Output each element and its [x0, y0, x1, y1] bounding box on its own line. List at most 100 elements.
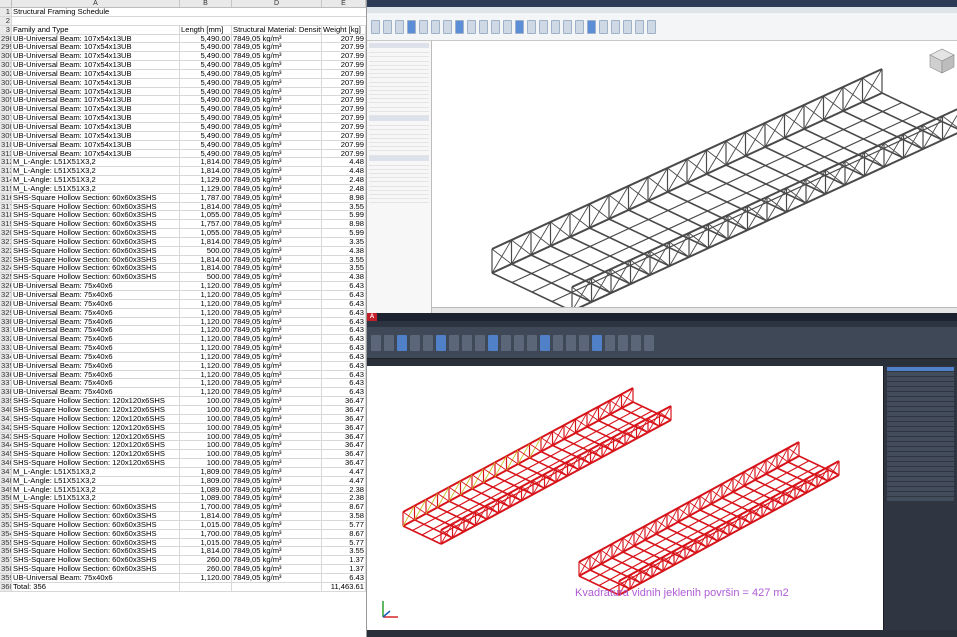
table-row[interactable]: 330UB-Universal Beam: 75x40x61,120.00784…: [0, 317, 366, 327]
revit-tool-button[interactable]: [647, 19, 656, 34]
title-row[interactable]: 1 Structural Framing Schedule: [0, 8, 366, 17]
column-header-d[interactable]: D: [232, 0, 322, 7]
table-row[interactable]: 349M_L-Angle: L51X51X3,21,089.007849,05 …: [0, 485, 366, 495]
table-row[interactable]: 321SHS-Square Hollow Section: 60x60x3SHS…: [0, 237, 366, 247]
autocad-tool-button[interactable]: [514, 334, 524, 351]
revit-tool-button[interactable]: [599, 19, 608, 34]
revit-tool-button[interactable]: [491, 19, 500, 34]
autocad-tool-button[interactable]: [631, 334, 641, 351]
autocad-tool-button[interactable]: [410, 334, 420, 351]
header-row[interactable]: 3 Family and Type Length [mm] Structural…: [0, 25, 366, 35]
table-row[interactable]: 307UB-Universal Beam: 107x54x13UB5,490.0…: [0, 114, 366, 123]
autocad-tool-button[interactable]: [605, 334, 615, 351]
autocad-tool-button[interactable]: [501, 334, 511, 351]
revit-tool-button[interactable]: [635, 19, 644, 34]
table-row[interactable]: 343SHS-Square Hollow Section: 120x120x6S…: [0, 432, 366, 442]
autocad-tool-button[interactable]: [436, 334, 446, 351]
table-row[interactable]: 311 UB-Universal Beam: 107x54x13UB 5,490.0…: [0, 149, 366, 159]
table-row[interactable]: 309UB-Universal Beam: 107x54x13UB5,490.0…: [0, 131, 366, 141]
autocad-tool-button[interactable]: [579, 334, 589, 351]
autocad-tool-button[interactable]: [488, 334, 498, 351]
table-row[interactable]: 323SHS-Square Hollow Section: 60x60x3SHS…: [0, 255, 366, 265]
table-row[interactable]: 345SHS-Square Hollow Section: 120x120x6S…: [0, 450, 366, 460]
table-row[interactable]: 316SHS-Square Hollow Section: 60x60x3SHS…: [0, 193, 366, 203]
revit-tool-button[interactable]: [611, 19, 620, 34]
table-row[interactable]: 348M_L-Angle: L51X51X3,21,809.007849,05 …: [0, 476, 366, 486]
revit-tool-button[interactable]: [539, 19, 548, 34]
table-row[interactable]: 314M_L-Angle: L51X51X3,21,129.007849,05 …: [0, 176, 366, 185]
autocad-properties-palette[interactable]: [883, 366, 957, 630]
table-row[interactable]: 310UB-Universal Beam: 107x54x13UB5,490.0…: [0, 140, 366, 150]
view-cube-icon[interactable]: [929, 48, 955, 74]
table-row[interactable]: 312M_L-Angle: L51X51X3,21,814.007849,05 …: [0, 158, 366, 168]
revit-tool-button[interactable]: [371, 19, 380, 34]
table-row[interactable]: 322SHS-Square Hollow Section: 60x60x3SHS…: [0, 246, 366, 256]
autocad-tool-button[interactable]: [371, 334, 381, 351]
table-row[interactable]: 326UB-Universal Beam: 75x40x61,120.00784…: [0, 282, 366, 291]
revit-tool-button[interactable]: [527, 19, 536, 34]
table-row[interactable]: 357SHS-Square Hollow Section: 60x60x3SHS…: [0, 556, 366, 566]
table-row[interactable]: 318SHS-Square Hollow Section: 60x60x3SHS…: [0, 211, 366, 221]
table-row[interactable]: 334UB-Universal Beam: 75x40x61,120.00784…: [0, 352, 366, 362]
table-row[interactable]: 304UB-Universal Beam: 107x54x13UB5,490.0…: [0, 87, 366, 97]
table-row[interactable]: 342SHS-Square Hollow Section: 120x120x6S…: [0, 423, 366, 433]
table-row[interactable]: 359UB-Universal Beam: 75x40x61,120.00784…: [0, 574, 366, 583]
autocad-tool-button[interactable]: [540, 334, 550, 351]
table-row[interactable]: 319SHS-Square Hollow Section: 60x60x3SHS…: [0, 220, 366, 230]
autocad-tool-button[interactable]: [566, 334, 576, 351]
revit-3d-view[interactable]: [432, 41, 957, 313]
table-row[interactable]: 305UB-Universal Beam: 107x54x13UB5,490.0…: [0, 96, 366, 106]
autocad-tool-button[interactable]: [592, 334, 602, 351]
column-header-a[interactable]: A: [12, 0, 180, 7]
blank-row[interactable]: 2: [0, 16, 366, 26]
table-row[interactable]: 338UB-Universal Beam: 75x40x61,120.00784…: [0, 388, 366, 398]
table-row[interactable]: 336UB-Universal Beam: 75x40x61,120.00784…: [0, 370, 366, 380]
table-row[interactable]: 325SHS-Square Hollow Section: 60x60x3SHS…: [0, 273, 366, 283]
revit-tool-button[interactable]: [395, 19, 404, 34]
revit-tool-button[interactable]: [575, 19, 584, 34]
autocad-logo-icon[interactable]: A: [367, 313, 377, 321]
revit-tool-button[interactable]: [551, 19, 560, 34]
total-row[interactable]: 360 Total: 356 11,463.61: [0, 582, 366, 592]
autocad-tool-button[interactable]: [618, 334, 628, 351]
revit-tool-button[interactable]: [443, 19, 452, 34]
table-row[interactable]: 329UB-Universal Beam: 75x40x61,120.00784…: [0, 308, 366, 318]
revit-tool-button[interactable]: [455, 19, 464, 34]
revit-tool-button[interactable]: [587, 19, 596, 34]
table-row[interactable]: 346SHS-Square Hollow Section: 120x120x6S…: [0, 459, 366, 468]
autocad-tool-button[interactable]: [462, 334, 472, 351]
table-row[interactable]: 356SHS-Square Hollow Section: 60x60x3SHS…: [0, 547, 366, 557]
table-row[interactable]: 300UB-Universal Beam: 107x54x13UB5,490.0…: [0, 52, 366, 62]
column-header-e[interactable]: E: [322, 0, 366, 7]
table-row[interactable]: 353SHS-Square Hollow Section: 60x60x3SHS…: [0, 520, 366, 530]
table-row[interactable]: 306UB-Universal Beam: 107x54x13UB5,490.0…: [0, 105, 366, 115]
revit-tool-button[interactable]: [407, 19, 416, 34]
table-row[interactable]: 352SHS-Square Hollow Section: 60x60x3SHS…: [0, 512, 366, 521]
autocad-tool-button[interactable]: [527, 334, 537, 351]
table-row[interactable]: 350M_L-Angle: L51X51X3,21,089.007849,05 …: [0, 494, 366, 504]
revit-tool-button[interactable]: [503, 19, 512, 34]
autocad-tool-button[interactable]: [384, 334, 394, 351]
revit-tool-button[interactable]: [479, 19, 488, 34]
autocad-file-tabs[interactable]: [367, 359, 957, 366]
autocad-tool-button[interactable]: [397, 334, 407, 351]
autocad-status-bar[interactable]: [367, 630, 957, 637]
table-row[interactable]: 335UB-Universal Beam: 75x40x61,120.00784…: [0, 361, 366, 371]
table-row[interactable]: 351SHS-Square Hollow Section: 60x60x3SHS…: [0, 503, 366, 513]
table-row[interactable]: 299UB-Universal Beam: 107x54x13UB5,490.0…: [0, 43, 366, 53]
table-row[interactable]: 341SHS-Square Hollow Section: 120x120x6S…: [0, 414, 366, 424]
table-row[interactable]: 308UB-Universal Beam: 107x54x13UB5,490.0…: [0, 122, 366, 132]
table-row[interactable]: 331UB-Universal Beam: 75x40x61,120.00784…: [0, 326, 366, 336]
revit-tool-button[interactable]: [515, 19, 524, 34]
autocad-tool-button[interactable]: [644, 334, 654, 351]
table-row[interactable]: 298UB-Universal Beam: 107x54x13UB5,490.0…: [0, 34, 366, 44]
table-row[interactable]: 328UB-Universal Beam: 75x40x61,120.00784…: [0, 299, 366, 309]
revit-tool-button[interactable]: [563, 19, 572, 34]
table-row[interactable]: 337UB-Universal Beam: 75x40x61,120.00784…: [0, 379, 366, 389]
table-row[interactable]: 354SHS-Square Hollow Section: 60x60x3SHS…: [0, 529, 366, 539]
table-row[interactable]: 358SHS-Square Hollow Section: 60x60x3SHS…: [0, 565, 366, 574]
table-row[interactable]: 315M_L-Angle: L51X51X3,21,129.007849,05 …: [0, 184, 366, 194]
column-header-b[interactable]: B: [180, 0, 232, 7]
table-row[interactable]: 344SHS-Square Hollow Section: 120x120x6S…: [0, 441, 366, 451]
revit-tool-button[interactable]: [431, 19, 440, 34]
